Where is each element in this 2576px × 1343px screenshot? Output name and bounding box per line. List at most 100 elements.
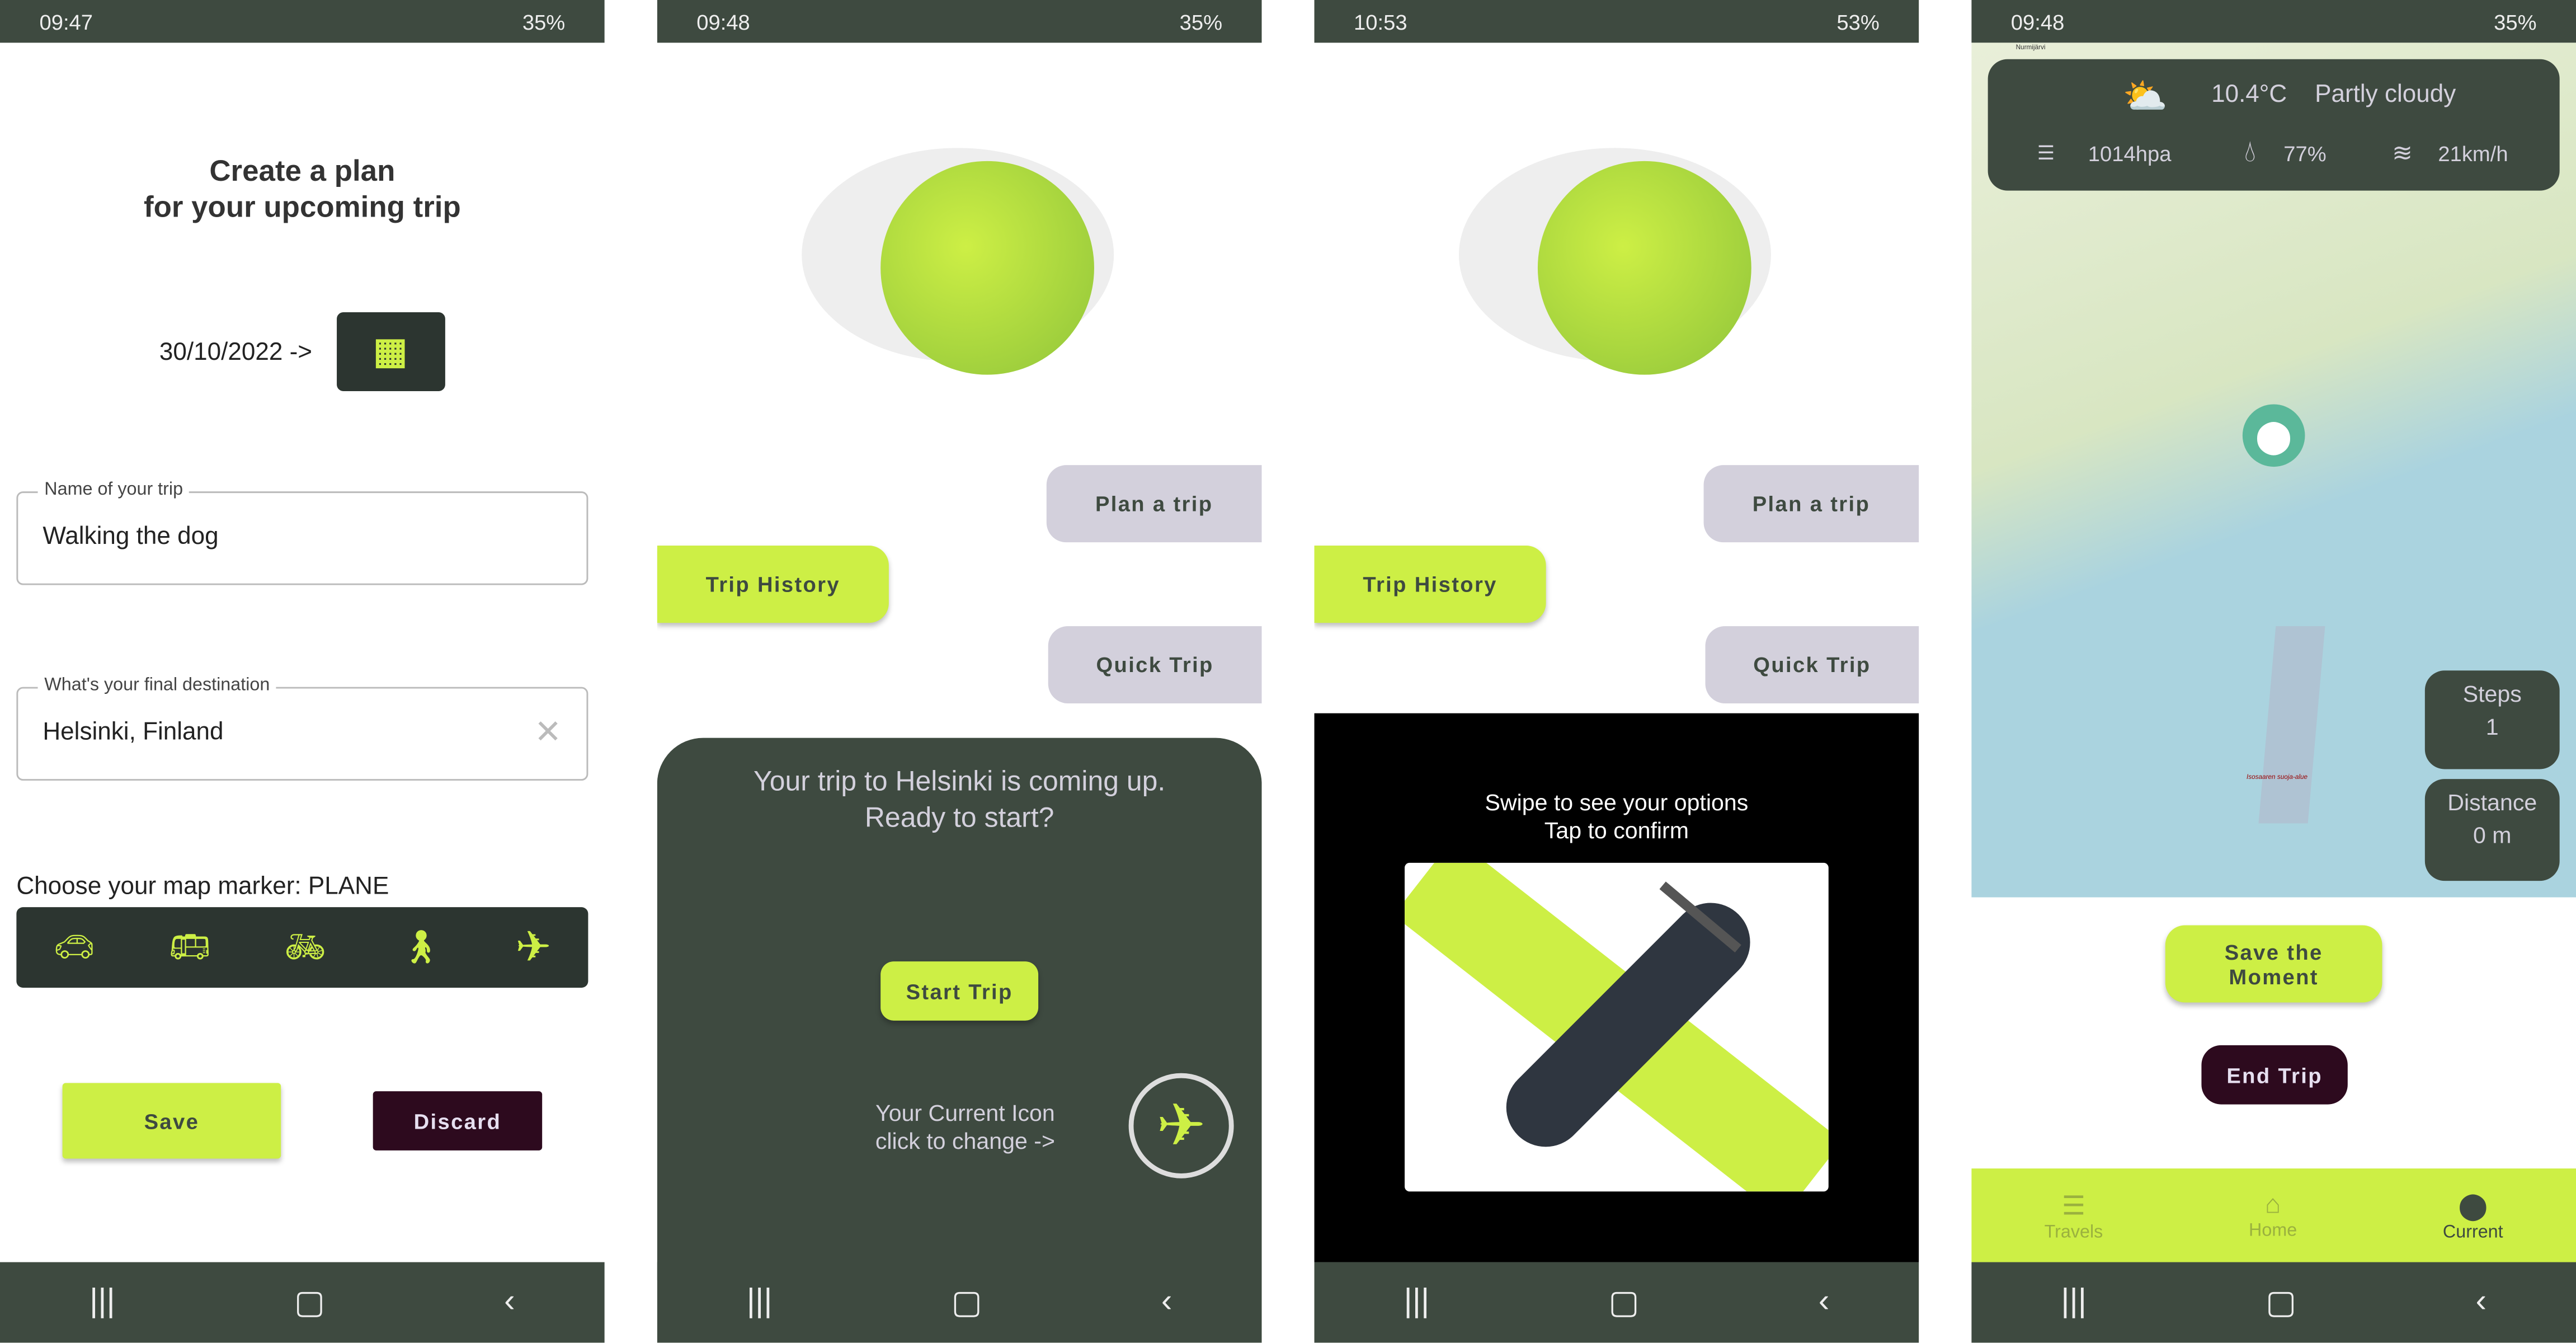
end-trip-button[interactable]: End Trip — [2201, 1045, 2348, 1105]
screen-create-plan: 09:47 35% Create a plan for your upcoming … — [0, 0, 605, 1343]
tab-travels[interactable]: ☰ Travels — [2045, 1189, 2103, 1242]
steps-value: 1 — [2485, 713, 2499, 740]
swipe-line1: Swipe to see your options — [1485, 788, 1749, 815]
walk-icon[interactable]: 🚶︎ — [400, 927, 442, 968]
partly-cloudy-icon: ⛅ — [2122, 76, 2168, 117]
map-marker-icon[interactable]: ⬤ — [2242, 404, 2305, 467]
swipe-line2: Tap to confirm — [1544, 816, 1689, 843]
marker-label: Choose your map marker: PLANE — [16, 872, 389, 901]
status-bar: 09:47 35% — [0, 0, 605, 43]
home-icon[interactable]: ▢ — [951, 1282, 982, 1323]
recents-icon[interactable]: ||| — [1404, 1284, 1429, 1322]
globe-illustration — [880, 161, 1094, 375]
home-icon[interactable]: ▢ — [294, 1282, 326, 1323]
car-icon[interactable]: 🚗︎ — [53, 927, 95, 968]
pressure: 1014hpa — [2088, 141, 2172, 166]
tab-home[interactable]: ⌂ Home — [2249, 1191, 2297, 1240]
system-nav: ||| ▢ ‹ — [657, 1262, 1262, 1343]
back-icon[interactable]: ‹ — [1161, 1284, 1172, 1322]
discard-button[interactable]: Discard — [373, 1091, 543, 1151]
distance-card: Distance 0 m — [2424, 779, 2560, 881]
pressure-icon: ☰ — [2037, 141, 2055, 165]
tab-label: Current — [2442, 1222, 2503, 1242]
back-icon[interactable]: ‹ — [504, 1284, 515, 1322]
plane-icon[interactable]: ✈ — [515, 922, 551, 973]
wind: 21km/h — [2438, 141, 2508, 166]
bottom-tab-bar: ☰ Travels ⌂ Home ⬤ Current — [1971, 1168, 2576, 1262]
map-label: Isosaaren suoja-alue — [2246, 772, 2308, 781]
map-label: Nurmijärvi — [2015, 43, 2046, 51]
bus-icon[interactable]: 🚌︎ — [169, 927, 211, 968]
trip-name-value: Walking the dog — [43, 522, 219, 551]
marker-selector: 🚗︎ 🚌︎ 🚲︎ 🚶︎ ✈ — [16, 907, 588, 988]
title-line1: Create a plan — [209, 154, 395, 187]
steps-card: Steps 1 — [2424, 670, 2560, 769]
status-time: 09:48 — [2010, 9, 2065, 34]
status-battery: 35% — [522, 9, 566, 34]
weather-description: Partly cloudy — [2315, 80, 2456, 109]
tab-label: Home — [2249, 1220, 2297, 1240]
calendar-icon: ▦ — [373, 330, 409, 372]
quick-trip-button[interactable]: Quick Trip — [1705, 626, 1919, 703]
humidity-icon: 💧︎ — [2244, 134, 2256, 168]
recents-icon[interactable]: ||| — [90, 1284, 115, 1322]
trip-name-field[interactable]: Name of your trip Walking the dog — [16, 480, 588, 585]
humidity: 77% — [2283, 141, 2327, 166]
icon-picker-overlay: Swipe to see your options Tap to confirm — [1314, 713, 1919, 1262]
plan-trip-button[interactable]: Plan a trip — [1046, 465, 1262, 543]
distance-label: Distance — [2447, 788, 2537, 815]
sheet-line2: Ready to start? — [864, 802, 1054, 834]
page-title: Create a plan for your upcoming trip — [0, 153, 605, 225]
protected-area — [2258, 626, 2325, 824]
save-moment-button[interactable]: Save the Moment — [2165, 925, 2382, 1003]
title-line2: for your upcoming trip — [143, 190, 461, 224]
globe-illustration — [1537, 161, 1751, 375]
recents-icon[interactable]: ||| — [747, 1284, 773, 1322]
steps-label: Steps — [2462, 680, 2522, 707]
status-bar: 10:53 53% — [1314, 0, 1919, 43]
back-icon[interactable]: ‹ — [2475, 1284, 2486, 1322]
tab-current[interactable]: ⬤ Current — [2443, 1189, 2503, 1242]
screen-home-start: 09:48 35% Plan a trip Trip History Quick … — [657, 0, 1262, 1343]
quick-trip-button[interactable]: Quick Trip — [1048, 626, 1262, 703]
distance-value: 0 m — [2473, 821, 2512, 848]
status-battery: 35% — [2494, 9, 2537, 34]
home-icon: ⌂ — [2264, 1190, 2281, 1219]
bike-icon[interactable]: 🚲︎ — [284, 927, 326, 968]
home-icon[interactable]: ▢ — [2266, 1282, 2297, 1323]
screen-icon-picker: 10:53 53% Plan a trip Trip History Quick … — [1314, 0, 1919, 1343]
status-time: 09:48 — [696, 9, 750, 34]
destination-label: What's your final destination — [37, 675, 277, 696]
icon-line2: click to change -> — [875, 1127, 1055, 1154]
screen-current-trip: 09:48 35% Nurmijärvi Isosaaren suoja-alue… — [1971, 0, 2576, 1343]
status-bar: 09:48 35% — [1971, 0, 2576, 43]
recents-icon[interactable]: ||| — [2061, 1284, 2087, 1322]
wind-icon: ≋ — [2392, 139, 2413, 168]
sheet-line1: Your trip to Helsinki is coming up. — [753, 766, 1166, 797]
plane-icon: ✈ — [1156, 1091, 1206, 1159]
plane-icon — [1405, 862, 1829, 1192]
plan-trip-button[interactable]: Plan a trip — [1703, 465, 1919, 543]
destination-field[interactable]: What's your final destination Helsinki, F… — [16, 675, 588, 781]
menu-icon: ☰ — [2061, 1192, 2086, 1220]
status-time: 09:47 — [39, 9, 93, 34]
status-battery: 53% — [1836, 9, 1880, 34]
trip-history-button[interactable]: Trip History — [657, 546, 889, 623]
system-nav: ||| ▢ ‹ — [1314, 1262, 1919, 1343]
system-nav: ||| ▢ ‹ — [1971, 1262, 2576, 1343]
destination-value: Helsinki, Finland — [43, 718, 224, 746]
trip-history-button[interactable]: Trip History — [1314, 546, 1546, 623]
back-icon[interactable]: ‹ — [1819, 1284, 1830, 1322]
status-battery: 35% — [1179, 9, 1223, 34]
icon-carousel[interactable] — [1405, 862, 1829, 1192]
calendar-button[interactable]: ▦ — [337, 312, 445, 391]
save-button[interactable]: Save — [62, 1083, 281, 1159]
start-trip-button[interactable]: Start Trip — [880, 961, 1039, 1021]
status-time: 10:53 — [1354, 9, 1407, 34]
home-icon[interactable]: ▢ — [1608, 1282, 1640, 1323]
icon-line1: Your Current Icon — [875, 1099, 1055, 1126]
temperature: 10.4°C — [2211, 80, 2287, 109]
date-text: 30/10/2022 -> — [159, 339, 313, 367]
clear-icon[interactable]: ✕ — [534, 712, 562, 753]
current-icon-button[interactable]: ✈ — [1128, 1073, 1234, 1178]
